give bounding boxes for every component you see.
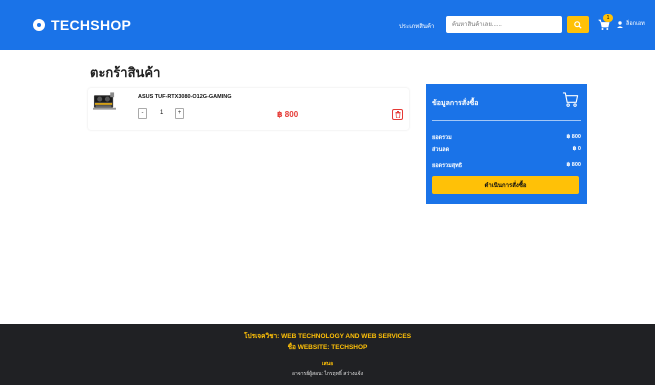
cart-count-badge: 1: [603, 14, 613, 22]
brand-link[interactable]: TECHSHOP: [33, 17, 131, 33]
page-title: ตะกร้าสินค้า: [90, 65, 161, 80]
summary-value: ฿ 800: [566, 134, 581, 140]
quantity-decrease-button[interactable]: -: [138, 108, 147, 119]
search-button[interactable]: [567, 16, 589, 33]
cart-item: ASUS TUF-RTX3080-O12G-GAMING - 1 + ฿ 800: [88, 88, 409, 130]
footer-presented-to: เสนอ: [321, 361, 334, 367]
summary-value: ฿ 800: [566, 162, 581, 168]
summary-row-subtotal: ยอดรวม ฿ 800: [432, 134, 581, 142]
summary-row-discount: ส่วนลด ฿ 0: [432, 146, 581, 154]
checkout-button[interactable]: ดำเนินการสั่งซื้อ: [432, 176, 579, 194]
cart-outline-icon: [562, 92, 579, 107]
summary-row-total: ยอดรวมสุทธิ ฿ 800: [432, 162, 581, 170]
quantity-value: 1: [160, 110, 164, 116]
quantity-increase-button[interactable]: +: [175, 108, 184, 119]
summary-value: ฿ 0: [572, 146, 581, 152]
user-label: ล็อกเอท: [626, 21, 645, 27]
product-name: ASUS TUF-RTX3080-O12G-GAMING: [138, 94, 232, 100]
item-price: ฿ 800: [277, 110, 299, 119]
logo-icon: [33, 19, 45, 31]
user-menu[interactable]: ล็อกเอท: [617, 20, 645, 28]
footer: โปรเจควิชา: WEB TECHNOLOGY AND WEB SERVI…: [0, 324, 655, 385]
user-icon: [617, 20, 623, 28]
summary-label: ยอดรวม: [432, 135, 452, 141]
search-input[interactable]: [446, 16, 562, 33]
trash-icon: [395, 111, 400, 118]
footer-course: โปรเจควิชา: WEB TECHNOLOGY AND WEB SERVI…: [243, 333, 412, 340]
footer-instructor: อาจารย์ผู้สอน: ไกรฤทธิ์ สว่างแจ้ง: [291, 371, 364, 377]
summary-label: ยอดรวมสุทธิ: [432, 163, 463, 169]
summary-divider: [432, 120, 581, 121]
footer-website: ชื่อ WEBSITE: TECHSHOP: [287, 344, 368, 351]
summary-title: ข้อมูลการสั่งซื้อ: [432, 100, 479, 107]
remove-item-button[interactable]: [392, 109, 403, 120]
search-icon: [574, 20, 582, 29]
summary-label: ส่วนลด: [432, 147, 450, 153]
brand-name: TECHSHOP: [51, 17, 132, 33]
product-image: [93, 92, 116, 110]
navbar: TECHSHOP ประเภทสินค้า 1 ล็อกเอท: [0, 0, 655, 50]
order-summary: ข้อมูลการสั่งซื้อ ยอดรวม ฿ 800 ส่วนลด ฿ …: [426, 84, 587, 204]
nav-category-link[interactable]: ประเภทสินค้า: [399, 21, 434, 31]
